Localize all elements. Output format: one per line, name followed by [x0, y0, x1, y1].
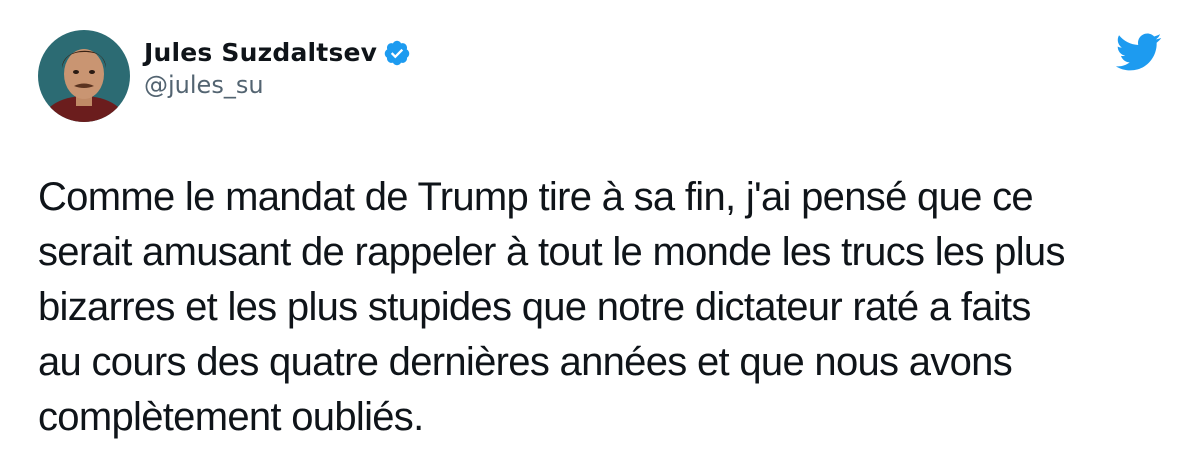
tweet-card: Jules Suzdaltsev @jules_su Comme le mand… — [0, 0, 1200, 463]
verified-badge-icon — [383, 39, 411, 67]
name-row: Jules Suzdaltsev — [144, 38, 411, 67]
avatar[interactable] — [38, 30, 130, 122]
twitter-bird-icon[interactable] — [1114, 32, 1162, 72]
display-name[interactable]: Jules Suzdaltsev — [144, 38, 377, 67]
tweet-text: Comme le mandat de Trump tire à sa fin, … — [38, 175, 1065, 439]
tweet-header: Jules Suzdaltsev @jules_su — [38, 30, 1162, 130]
avatar-image — [38, 30, 130, 122]
user-handle[interactable]: @jules_su — [144, 71, 411, 99]
user-info: Jules Suzdaltsev @jules_su — [144, 30, 411, 99]
